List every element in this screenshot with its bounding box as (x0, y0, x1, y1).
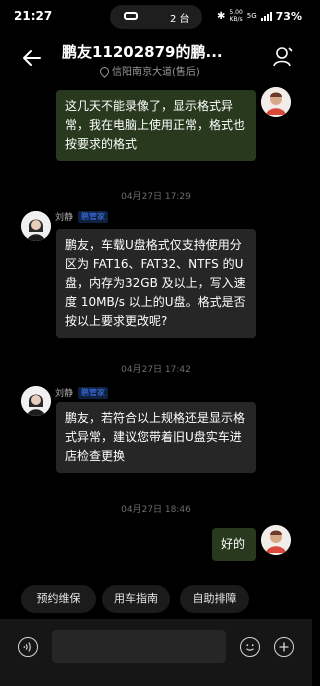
signal-icon (260, 11, 272, 21)
input-bar (0, 619, 312, 686)
connected-devices-pill[interactable]: 2 台 (110, 5, 202, 29)
incoming-message[interactable]: 鹏友，车载U盘格式仅支持使用分区为 FAT16、FAT32、NTFS 的U盘，内… (56, 229, 256, 338)
message-timestamp: 04月27日 17:29 (121, 192, 191, 202)
status-bar: 21:27 2 台 ✱ 5.00 KB/s 5G 73% (0, 0, 312, 34)
user-avatar[interactable] (261, 525, 291, 555)
user-avatar[interactable] (261, 87, 291, 117)
agent-avatar[interactable] (21, 386, 51, 416)
outgoing-message[interactable]: 这几天不能录像了，显示格式异常，我在电脑上使用正常，格式也按要求的格式 (56, 90, 256, 161)
sender-badge: 鹏管家 (78, 210, 109, 223)
sender-name: 刘静 (55, 213, 74, 223)
car-icon (124, 12, 138, 20)
message-timestamp: 04月27日 17:42 (121, 365, 191, 375)
device-count: 2 台 (170, 14, 190, 25)
network-speed: 5.00 KB/s (229, 9, 243, 23)
message-input[interactable] (52, 630, 226, 663)
back-arrow-icon[interactable] (20, 46, 44, 70)
sender-info: 刘静 鹏管家 (55, 210, 109, 223)
agent-avatar[interactable] (21, 211, 51, 241)
chat-title: 鹏友11202879的鹏... (62, 43, 223, 61)
incoming-message[interactable]: 鹏友，若符合以上规格还是显示格式异常，建议您带着旧U盘实车进店检查更换 (56, 402, 256, 473)
voice-icon[interactable] (18, 637, 38, 657)
status-indicators: ✱ 5.00 KB/s 5G 73% (217, 9, 302, 23)
location-pin-icon (98, 65, 111, 78)
message-timestamp: 04月27日 18:46 (121, 505, 191, 515)
sender-info: 刘静 鹏管家 (55, 386, 109, 399)
quick-reply-maintenance[interactable]: 预约维保 (21, 585, 96, 613)
chat-header: 鹏友11202879的鹏... 信阳南京大道(售后) (0, 36, 312, 84)
quick-reply-guide[interactable]: 用车指南 (102, 585, 170, 613)
emoji-icon[interactable] (240, 637, 260, 657)
network-type: 5G (246, 12, 257, 20)
plus-icon[interactable] (274, 637, 294, 657)
quick-reply-troubleshoot[interactable]: 自助排障 (180, 585, 249, 613)
outgoing-message[interactable]: 好的 (212, 528, 256, 561)
bluetooth-icon: ✱ (217, 10, 226, 22)
battery-level: 73% (275, 9, 302, 23)
sender-name: 刘静 (55, 389, 74, 399)
chat-subtitle: 信阳南京大道(售后) (98, 63, 200, 78)
sender-badge: 鹏管家 (78, 386, 109, 399)
profile-icon[interactable] (272, 46, 294, 68)
status-time: 21:27 (14, 9, 53, 23)
